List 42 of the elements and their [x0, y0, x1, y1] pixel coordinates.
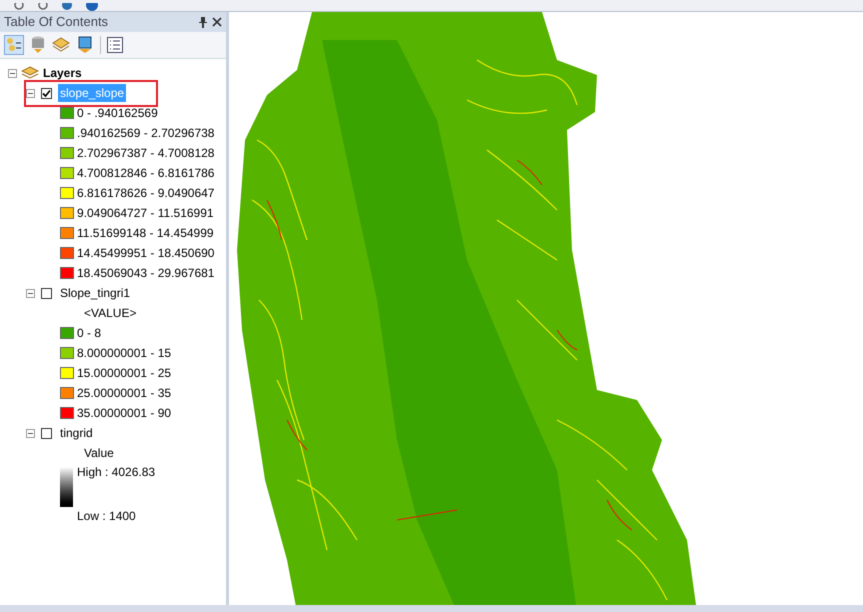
list-by-drawing-order-icon[interactable] — [4, 35, 24, 55]
zoom-out-icon[interactable] — [38, 3, 48, 11]
color-ramp — [60, 467, 73, 507]
zoom-in-icon[interactable] — [14, 3, 24, 11]
layers-icon[interactable] — [52, 37, 70, 53]
legend-class-label: 35.00000001 - 90 — [77, 405, 172, 422]
layer-checkbox[interactable] — [41, 428, 52, 438]
legend-class-label: 2.702967387 - 4.7008128 — [77, 145, 214, 162]
legend-class-label: 0 - 8 — [77, 325, 102, 342]
info-icon[interactable] — [86, 3, 98, 11]
legend-class-label: 25.00000001 - 35 — [77, 385, 172, 402]
legend-class-label: .940162569 - 2.70296738 — [77, 125, 214, 142]
legend-low-label: Low : 1400 — [77, 508, 137, 525]
panel-title: Table Of Contents — [4, 13, 108, 32]
expand-toggle[interactable] — [8, 68, 17, 78]
database-icon[interactable] — [30, 36, 46, 54]
legend-class-label: 18.45069043 - 29.967681 — [77, 265, 214, 282]
expand-toggle[interactable] — [26, 88, 35, 98]
legend-class-label: 6.816178626 - 9.0490647 — [77, 185, 214, 202]
legend-high-label: High : 4026.83 — [77, 464, 156, 481]
legend-field-label: <VALUE> — [84, 305, 136, 322]
options-list-icon[interactable] — [107, 37, 123, 53]
globe-icon[interactable] — [62, 3, 72, 11]
expand-toggle[interactable] — [26, 288, 35, 298]
legend-class-label: 9.049064727 - 11.516991 — [77, 205, 214, 222]
layer-label[interactable]: Slope_tingri1 — [58, 284, 132, 302]
legend-class-label: 4.700812846 - 6.8161786 — [77, 165, 214, 182]
selection-icon[interactable] — [76, 36, 94, 54]
close-icon[interactable] — [212, 17, 222, 27]
legend-field-label: Value — [84, 445, 114, 462]
layer-checkbox[interactable] — [41, 288, 52, 298]
legend-class-label: 8.000000001 - 15 — [77, 345, 172, 362]
group-layer-label[interactable]: Layers — [43, 64, 82, 82]
legend-class-label: 15.00000001 - 25 — [77, 365, 172, 382]
legend-class-label: 0 - .940162569 — [77, 105, 158, 122]
layer-checkbox[interactable] — [41, 88, 52, 98]
legend-class-label: 11.51699148 - 14.454999 — [77, 225, 214, 242]
layer-label[interactable]: tingrid — [58, 424, 95, 442]
legend-class-label: 14.45499951 - 18.450690 — [77, 245, 214, 262]
layers-icon — [21, 66, 39, 80]
pin-icon[interactable] — [198, 16, 208, 28]
expand-toggle[interactable] — [26, 428, 35, 438]
